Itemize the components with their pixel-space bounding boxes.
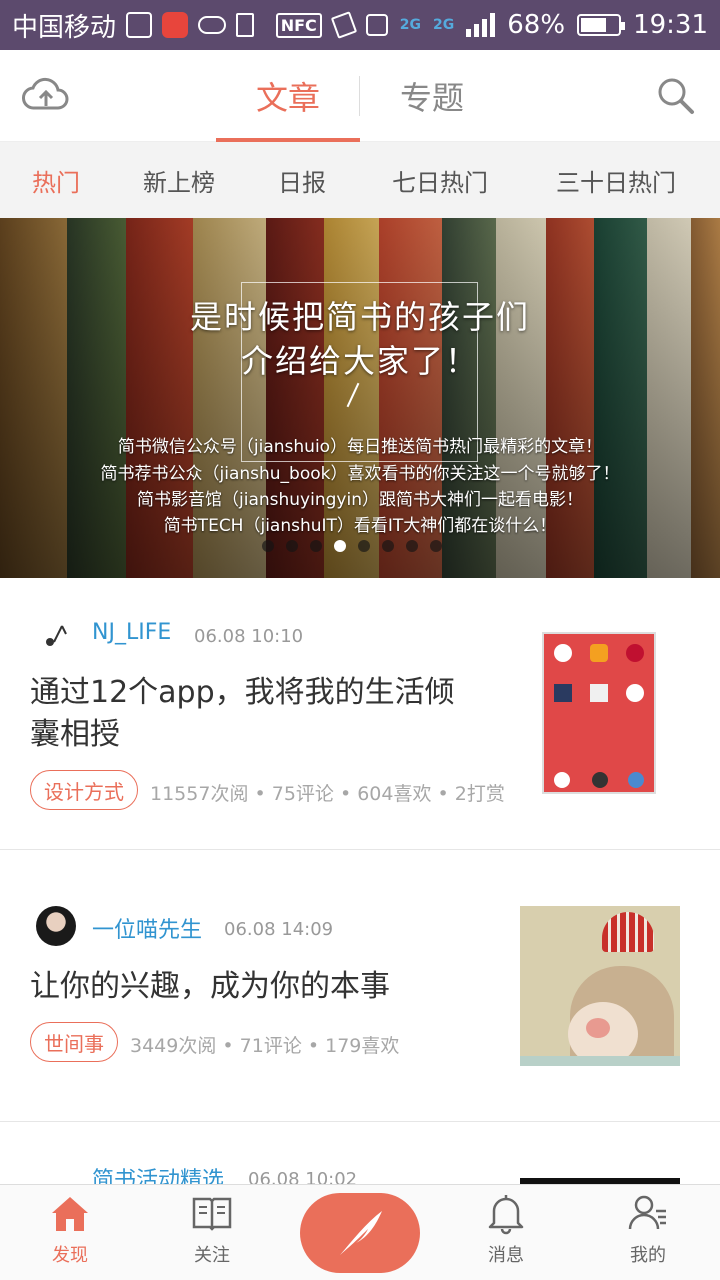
- nfc-icon: NFC: [275, 12, 322, 38]
- collection-tag[interactable]: 设计方式: [30, 770, 138, 810]
- article-title-line2[interactable]: 囊相授: [30, 714, 120, 756]
- bottom-navigation: 发现 关注 消息 我的: [0, 1184, 720, 1280]
- carousel-dot[interactable]: [262, 540, 274, 552]
- banner-text-line: 简书荐书公众（jianshu_book）喜欢看书的你关注这一个号就够了！: [100, 464, 620, 484]
- post-time: 06.08 10:10: [194, 626, 304, 647]
- top-header: 文章 专题: [0, 50, 720, 142]
- tab-articles[interactable]: 文章: [216, 50, 360, 142]
- carousel-dot[interactable]: [382, 540, 394, 552]
- banner-text-line: 简书影音馆（jianshuyingyin）跟简书大神们一起看电影！: [137, 490, 583, 510]
- author-name[interactable]: 一位喵先生: [92, 912, 202, 944]
- article-card[interactable]: NJ_LIFE 06.08 10:10 通过12个app，我将我的生活倾 囊相授…: [0, 578, 720, 850]
- nav-discover[interactable]: 发现: [0, 1185, 140, 1280]
- nav-discover-label: 发现: [52, 1245, 88, 1266]
- battery-icon: [577, 14, 626, 36]
- nav-mine-label: 我的: [630, 1245, 666, 1266]
- promo-banner[interactable]: 是时候把简书的孩子们 介绍给大家了！ 简书微信公众号（jianshuio）每日推…: [0, 218, 720, 578]
- carousel-dot[interactable]: [430, 540, 442, 552]
- carousel-dot[interactable]: [358, 540, 370, 552]
- nav-follow[interactable]: 关注: [142, 1185, 282, 1280]
- banner-title-line1: 是时候把简书的孩子们: [189, 298, 530, 336]
- article-title[interactable]: 让你的兴趣，成为你的本事: [30, 966, 390, 1008]
- category-7day[interactable]: 七日热门: [358, 163, 522, 198]
- category-hot[interactable]: 热门: [0, 163, 112, 198]
- banner-text-line: 简书TECH（jianshuIT）看看IT大神们都在谈什么！: [163, 516, 557, 536]
- tab-topics[interactable]: 专题: [360, 50, 504, 142]
- article-thumbnail[interactable]: [542, 632, 656, 794]
- author-avatar[interactable]: [36, 616, 76, 656]
- bell-icon: [488, 1195, 524, 1235]
- category-new[interactable]: 新上榜: [112, 163, 246, 198]
- carrier-label: 中国移动: [12, 12, 117, 43]
- banner-title-line2: 介绍给大家了！: [240, 342, 479, 380]
- post-time: 06.08 14:09: [224, 919, 334, 940]
- nav-messages-label: 消息: [488, 1245, 524, 1266]
- banner-text-line: 简书微信公众号（jianshuio）每日推送简书热门最精彩的文章！: [117, 437, 603, 457]
- weather-icon: [198, 16, 227, 34]
- category-nav: 热门 新上榜 日报 七日热门 三十日热门: [0, 142, 720, 218]
- feather-pen-icon: [340, 1211, 382, 1255]
- home-icon: [52, 1197, 88, 1231]
- user-profile-icon: [628, 1195, 666, 1230]
- clock: 19:31: [633, 10, 708, 40]
- author-avatar[interactable]: [36, 906, 76, 946]
- article-stats: 11557次阅 • 75评论 • 604喜欢 • 2打赏: [150, 783, 505, 805]
- cloud-upload-icon[interactable]: [22, 76, 70, 116]
- battery-percent: 68%: [507, 10, 566, 40]
- vibrate-icon: [330, 11, 357, 39]
- search-icon[interactable]: [656, 76, 696, 116]
- weibo-notification-icon: [162, 12, 189, 38]
- carousel-indicator[interactable]: [262, 540, 442, 552]
- carousel-dot[interactable]: [310, 540, 322, 552]
- gallery-notification-icon: [126, 12, 153, 38]
- status-bar: 中国移动 NFC 2G 2G 68% 19:31: [0, 0, 720, 50]
- article-title[interactable]: 通过12个app，我将我的生活倾: [30, 672, 455, 714]
- nav-follow-label: 关注: [194, 1245, 230, 1266]
- network-type: 2G: [399, 17, 422, 33]
- sim-icon: [365, 14, 388, 36]
- upload-notification-icon: [236, 13, 255, 37]
- carousel-dot[interactable]: [334, 540, 346, 552]
- network-type-2: 2G: [433, 17, 455, 33]
- carousel-dot[interactable]: [286, 540, 298, 552]
- nav-messages[interactable]: 消息: [436, 1185, 576, 1280]
- article-thumbnail[interactable]: [520, 906, 680, 1066]
- book-icon: [192, 1197, 232, 1231]
- article-stats: 3449次阅 • 71评论 • 179喜欢: [130, 1035, 400, 1057]
- article-card[interactable]: 一位喵先生 06.08 14:09 让你的兴趣，成为你的本事 世间事 3449次…: [0, 850, 720, 1122]
- nav-mine[interactable]: 我的: [578, 1185, 718, 1280]
- category-30day[interactable]: 三十日热门: [522, 163, 710, 198]
- signal-icon: [466, 13, 496, 37]
- article-card[interactable]: 简书活动精选 06.08 10:02: [0, 1122, 720, 1202]
- category-daily[interactable]: 日报: [246, 163, 358, 198]
- collection-tag[interactable]: 世间事: [30, 1022, 118, 1062]
- author-name[interactable]: NJ_LIFE: [92, 620, 171, 645]
- carousel-dot[interactable]: [406, 540, 418, 552]
- write-article-button[interactable]: [300, 1193, 420, 1273]
